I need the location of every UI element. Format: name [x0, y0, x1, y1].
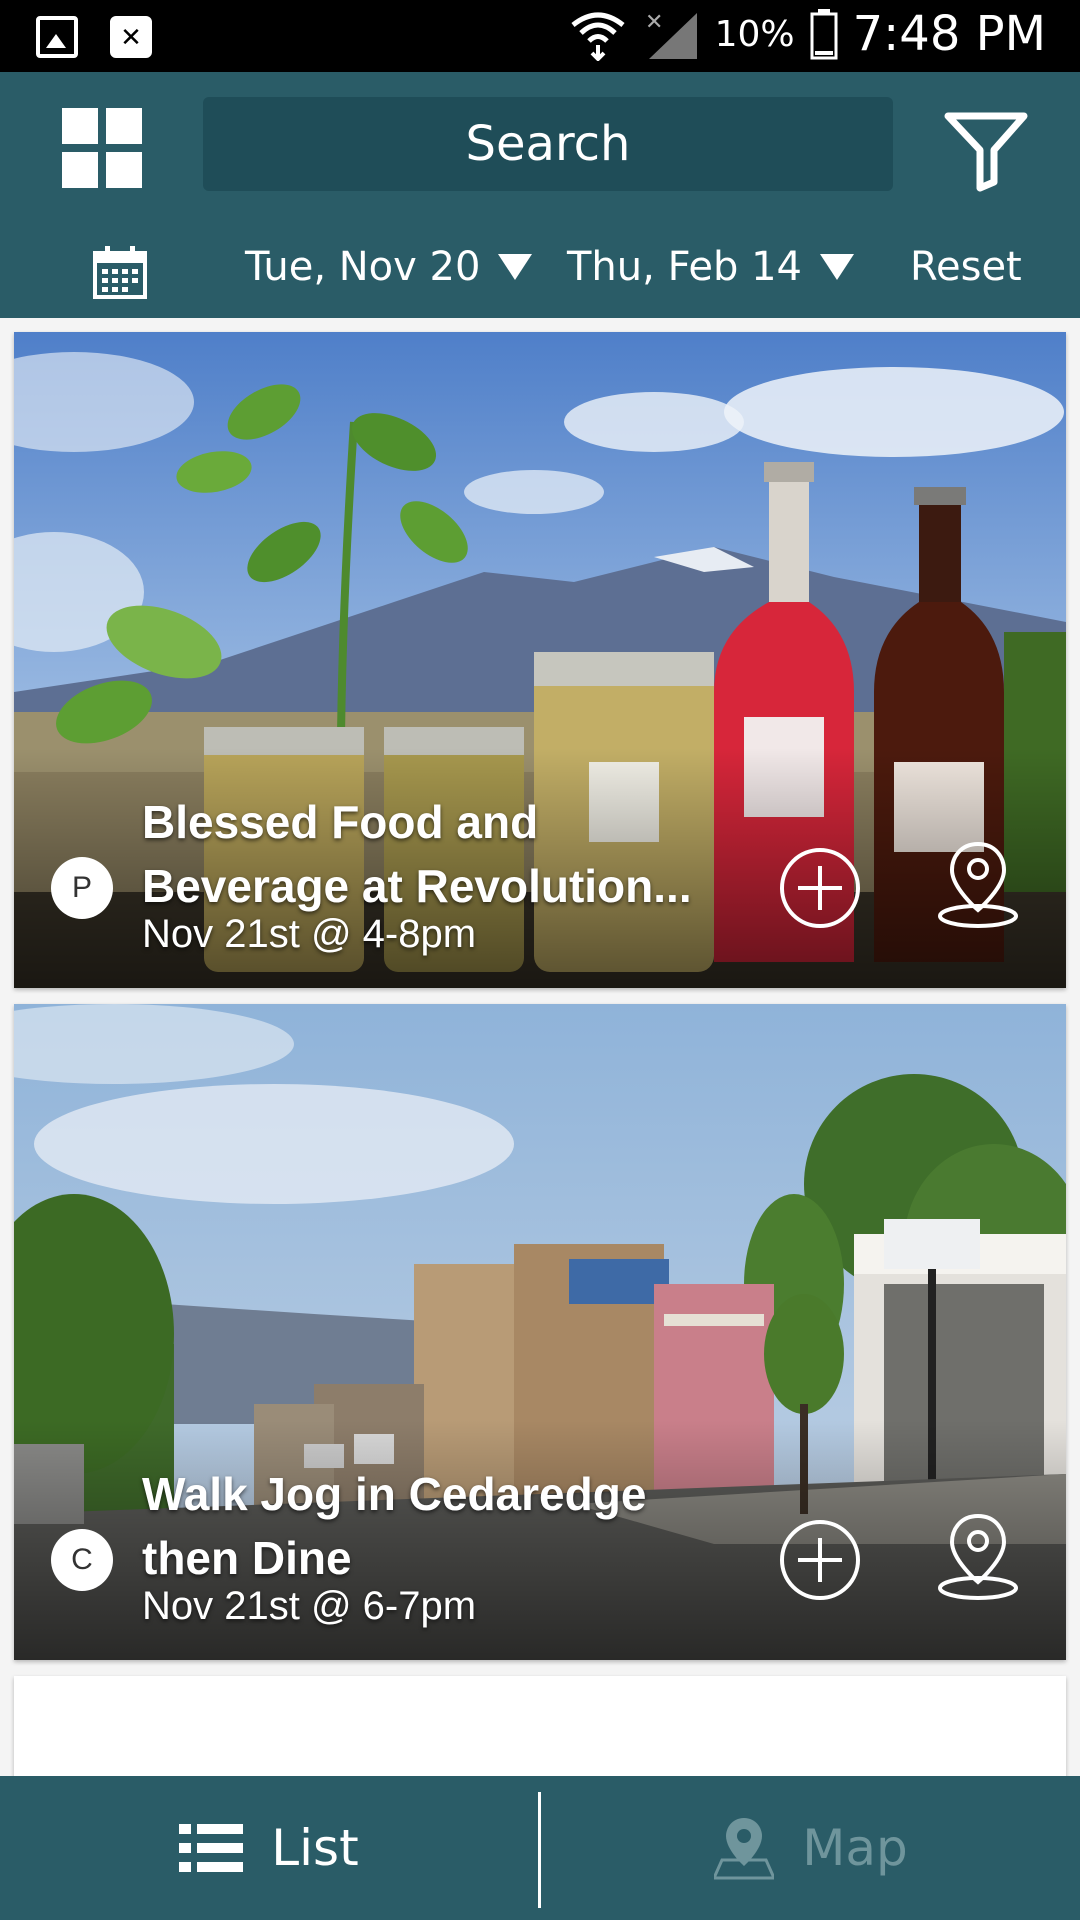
category-badge: P: [51, 857, 113, 919]
filter-icon[interactable]: [944, 110, 1028, 192]
image-notification-icon: [36, 16, 78, 58]
add-event-icon[interactable]: [778, 1518, 862, 1602]
reset-button[interactable]: Reset: [910, 244, 1022, 290]
event-title[interactable]: Blessed Food and Beverage at Revolution.…: [142, 790, 732, 918]
add-event-icon[interactable]: [778, 846, 862, 930]
end-date-dropdown[interactable]: Thu, Feb 14: [567, 244, 854, 290]
battery-icon: [810, 9, 838, 60]
calendar-icon[interactable]: [92, 244, 148, 300]
grid-menu-icon[interactable]: [62, 108, 142, 188]
svg-text:✕: ✕: [645, 10, 663, 35]
chevron-down-icon: [820, 254, 854, 280]
location-pin-icon[interactable]: [936, 1512, 1020, 1602]
event-card[interactable]: P Blessed Food and Beverage at Revolutio…: [14, 332, 1066, 988]
nav-divider: [538, 1792, 541, 1908]
signal-icon: ✕: [645, 10, 697, 59]
search-input[interactable]: Search: [203, 97, 893, 191]
tab-list[interactable]: List: [0, 1776, 538, 1920]
location-pin-icon[interactable]: [936, 840, 1020, 930]
start-date-label: Tue, Nov 20: [245, 244, 481, 290]
event-title[interactable]: Walk Jog in Cedaredge then Dine: [142, 1462, 732, 1590]
tab-list-label: List: [271, 1819, 359, 1877]
notification-icons: [36, 16, 152, 58]
event-date: Nov 21st @ 6-7pm: [142, 1584, 477, 1628]
tab-map-label: Map: [802, 1819, 908, 1877]
wifi-icon: [571, 12, 625, 61]
event-card[interactable]: [14, 1676, 1066, 1776]
chevron-down-icon: [498, 254, 533, 280]
battery-percent: 10%: [714, 13, 795, 55]
bottom-nav: List Map: [0, 1776, 1080, 1920]
category-badge: C: [51, 1529, 113, 1591]
status-clock: 7:48 PM: [852, 6, 1046, 62]
app-header: Search: [0, 72, 1080, 222]
date-range-bar: Tue, Nov 20 Thu, Feb 14 Reset: [0, 222, 1080, 318]
end-date-label: Thu, Feb 14: [567, 244, 802, 290]
status-bar: ✕ 10% 7:48 PM: [0, 0, 1080, 72]
tab-map[interactable]: Map: [542, 1776, 1080, 1920]
close-notification-icon: [110, 16, 152, 58]
event-card[interactable]: C Walk Jog in Cedaredge then Dine Nov 21…: [14, 1004, 1066, 1660]
event-date: Nov 21st @ 4-8pm: [142, 912, 477, 956]
list-icon: [179, 1824, 244, 1872]
start-date-dropdown[interactable]: Tue, Nov 20: [245, 244, 533, 290]
status-right: ✕ 10% 7:48 PM: [569, 6, 1046, 62]
map-pin-icon: [714, 1818, 775, 1880]
event-list[interactable]: P Blessed Food and Beverage at Revolutio…: [0, 318, 1080, 1776]
